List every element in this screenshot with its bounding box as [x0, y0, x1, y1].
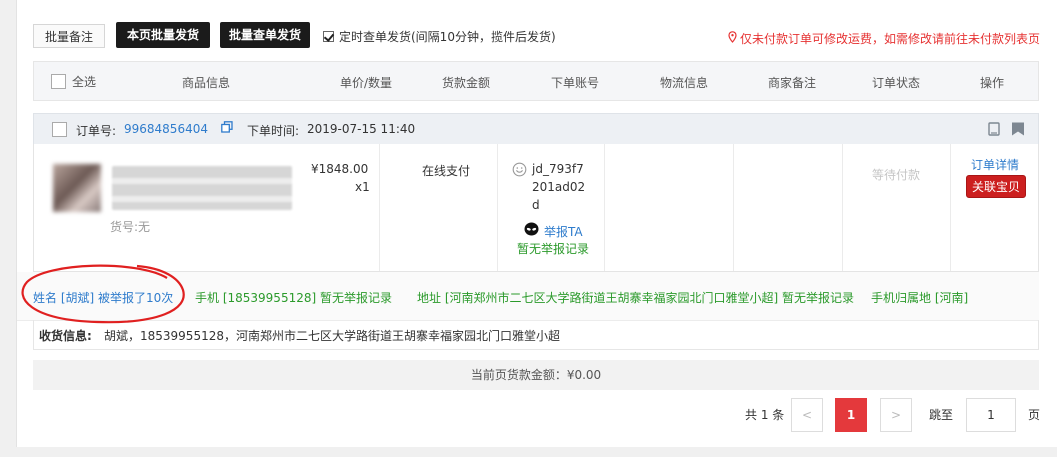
alien-report-icon[interactable]: [524, 222, 539, 239]
order-time: 2019-07-15 11:40: [307, 122, 416, 136]
batch-check-ship-button[interactable]: 批量查单发货: [220, 22, 310, 48]
next-arrow: >: [890, 408, 902, 422]
shipping-value: 胡斌，18539955128，河南郑州市二七区大学路街道王胡寨幸福家园北门口雅堂…: [104, 329, 560, 343]
table-header: 全选 商品信息 单价/数量 货款金额 下单账号 物流信息 商家备注 订单状态 操…: [33, 61, 1039, 101]
current-page: 1: [846, 408, 856, 422]
pager-total: 共 1 条: [745, 408, 785, 422]
page-batch-ship-button[interactable]: 本页批量发货: [116, 22, 210, 48]
sku-label: 货号:无: [110, 220, 151, 234]
product-title-blurred[interactable]: [112, 166, 292, 210]
prev-page-button[interactable]: <: [791, 398, 823, 432]
related-item-button[interactable]: 关联宝贝: [966, 175, 1027, 198]
prev-arrow: <: [801, 408, 813, 422]
order-time-label: 下单时间:: [247, 124, 300, 138]
select-all[interactable]: 全选: [51, 73, 96, 90]
account-line-3: d: [532, 198, 540, 212]
order-header: 订单号: 99684856404 下单时间: 2019-07-15 11:40: [33, 113, 1039, 145]
flag-icon[interactable]: [1011, 122, 1025, 139]
location-pin-icon: [728, 31, 737, 46]
col-merchant-note: 商家备注: [768, 76, 817, 90]
select-all-checkbox[interactable]: [51, 74, 66, 89]
shipping-info-row: 收货信息: 胡斌，18539955128，河南郑州市二七区大学路街道王胡寨幸福家…: [33, 320, 1039, 350]
report-info-row: 姓名 [胡斌] 被举报了10次 手机 [18539955128] 暂无举报记录 …: [17, 264, 1039, 324]
order-detail-link[interactable]: 订单详情: [971, 156, 1019, 173]
timed-check-option[interactable]: 定时查单发货(间隔10分钟，揽件后发货): [323, 28, 556, 45]
payment-method: 在线支付: [422, 164, 471, 178]
phone-region-text: 手机归属地 [河南]: [871, 291, 969, 305]
timed-check-checkbox[interactable]: [323, 31, 334, 42]
phone-report-text: 手机 [18539955128] 暂无举报记录: [195, 291, 392, 305]
annotation-circle: [21, 264, 185, 324]
price: ¥1848.00: [311, 162, 369, 176]
jump-label: 跳至: [929, 408, 954, 422]
col-actions: 操作: [980, 76, 1005, 90]
account-line-1: jd_793f7: [532, 162, 584, 176]
account-line-2: 201ad02: [532, 180, 586, 194]
batch-note-button[interactable]: 批量备注: [33, 24, 105, 48]
order-no[interactable]: 99684856404: [124, 122, 208, 136]
order-status: 等待付款: [872, 168, 921, 182]
col-price-qty: 单价/数量: [340, 76, 393, 90]
jump-page-input[interactable]: [966, 398, 1016, 432]
quantity: x1: [355, 180, 370, 194]
order-body: 货号:无 ¥1848.00 x1 在线支付 jd_793f7 201ad02 d…: [33, 144, 1039, 272]
copy-icon[interactable]: [221, 121, 233, 136]
page-unit-label: 页: [1028, 408, 1041, 422]
page-total: 当前页货款金额：¥0.00: [33, 360, 1039, 390]
report-link[interactable]: 举报TA: [544, 223, 583, 240]
no-report-record: 暂无举报记录: [517, 242, 590, 256]
product-thumbnail[interactable]: [53, 164, 101, 212]
col-order-status: 订单状态: [872, 76, 921, 90]
order-checkbox[interactable]: [52, 122, 67, 137]
shipping-label: 收货信息:: [39, 329, 92, 343]
col-product-info: 商品信息: [182, 76, 231, 90]
next-page-button[interactable]: >: [880, 398, 912, 432]
col-account: 下单账号: [551, 76, 600, 90]
page-1-button[interactable]: 1: [835, 398, 867, 432]
col-amount: 货款金额: [442, 76, 491, 90]
select-all-label: 全选: [72, 75, 97, 89]
note-icon[interactable]: [988, 122, 1000, 139]
address-report-text: 地址 [河南郑州市二七区大学路街道王胡寨幸福家园北门口雅堂小超] 暂无举报记录: [417, 291, 854, 305]
chat-icon[interactable]: [512, 162, 527, 180]
freight-tip-text: 仅未付款订单可修改运费，如需修改请前往未付款列表页: [740, 32, 1041, 46]
order-no-label: 订单号:: [76, 124, 117, 138]
col-logistics: 物流信息: [660, 76, 709, 90]
freight-tip: 仅未付款订单可修改运费，如需修改请前往未付款列表页: [728, 30, 1040, 47]
timed-check-label: 定时查单发货(间隔10分钟，揽件后发货): [339, 30, 556, 44]
